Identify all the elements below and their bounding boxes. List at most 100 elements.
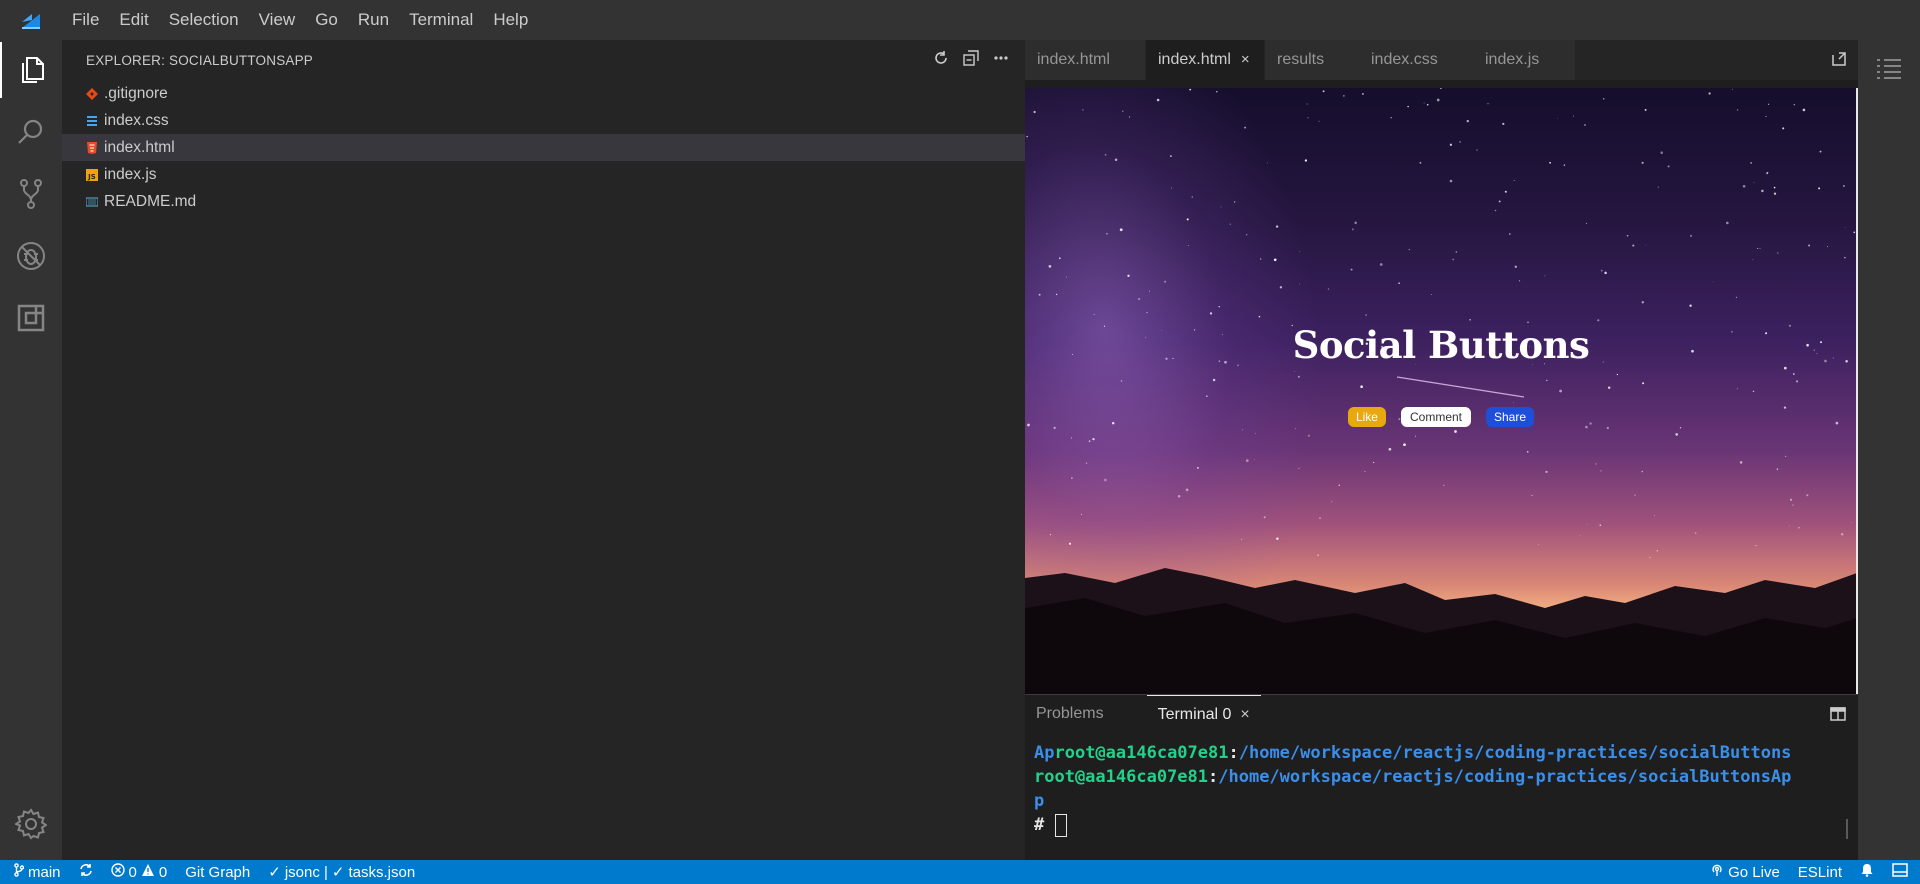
terminal-prompt-line: # <box>1034 813 1844 837</box>
tab-label: index.html <box>1037 51 1110 68</box>
tab-index-html-2[interactable]: index.html × <box>1145 40 1265 80</box>
more-actions-icon[interactable] <box>993 50 1009 70</box>
files-icon[interactable] <box>0 42 62 98</box>
extensions-icon[interactable] <box>0 290 62 346</box>
check-icon: ✓ <box>268 864 281 881</box>
git-file-icon <box>86 87 98 100</box>
source-control-icon[interactable] <box>0 166 62 222</box>
refresh-icon[interactable] <box>933 50 949 70</box>
menu-selection[interactable]: Selection <box>159 0 249 40</box>
right-activity-bar <box>1858 40 1920 860</box>
menu-file[interactable]: File <box>62 0 109 40</box>
heading-underline <box>1396 376 1525 398</box>
social-buttons: Like Comment Share <box>1025 407 1857 427</box>
warning-count: 0 <box>158 863 168 881</box>
web-preview: Social Buttons Like Comment Share <box>1025 88 1857 694</box>
panel-toggle-button[interactable] <box>1883 860 1920 884</box>
eslint-status[interactable]: ESLint <box>1789 860 1851 884</box>
explorer-header: EXPLORER: SOCIALBUTTONSAPP <box>62 40 1025 80</box>
bottom-panel: Problems Terminal 0 × Aproot@aa146ca07e81… <box>1025 694 1858 860</box>
go-live-button[interactable]: Go Live <box>1701 860 1789 884</box>
search-icon[interactable] <box>0 104 62 160</box>
tab-index-js[interactable]: index.js <box>1473 40 1575 80</box>
js-file-icon: JS <box>86 168 98 181</box>
file-index-html[interactable]: index.html <box>62 134 1025 161</box>
tasks-label: tasks.json <box>348 863 416 881</box>
sync-status[interactable] <box>70 860 102 884</box>
svg-text:JS: JS <box>87 173 96 181</box>
tab-label: Problems <box>1036 705 1104 722</box>
file-name: .gitignore <box>104 84 168 102</box>
terminal-scrollbar[interactable] <box>1846 819 1848 839</box>
collapse-all-icon[interactable] <box>963 50 979 70</box>
bell-icon <box>1860 863 1874 881</box>
go-live-label: Go Live <box>1728 863 1780 881</box>
terminal-cursor <box>1054 813 1067 837</box>
eslint-label: ESLint <box>1797 863 1842 881</box>
terminal-line-3: p <box>1034 791 1045 811</box>
editor-tabs: index.html index.html × results index.css… <box>1025 40 1858 80</box>
file-name: README.md <box>104 192 197 210</box>
error-icon <box>110 863 125 881</box>
tab-label: Terminal 0 <box>1157 706 1232 723</box>
markdown-file-icon <box>86 196 98 208</box>
git-graph-status[interactable]: Git Graph <box>176 860 259 884</box>
file-readme[interactable]: README.md <box>62 188 1025 215</box>
menu-help[interactable]: Help <box>483 0 538 40</box>
file-name: index.html <box>104 138 175 156</box>
css-file-icon <box>86 115 98 127</box>
tab-results[interactable]: results <box>1265 40 1359 80</box>
status-bar: main 0 0 Git Graph ✓ jsonc | ✓ tasks.jso… <box>0 860 1920 884</box>
close-icon[interactable]: × <box>1241 51 1250 68</box>
broadcast-icon <box>1710 863 1724 881</box>
branch-status[interactable]: main <box>0 860 70 884</box>
branch-name: main <box>28 863 61 881</box>
layout-panel-icon <box>1892 863 1908 881</box>
problems-status[interactable]: 0 0 <box>102 860 177 884</box>
status-right: Go Live ESLint <box>1701 860 1920 884</box>
tab-terminal[interactable]: Terminal 0 × <box>1146 695 1261 733</box>
file-name: index.js <box>104 165 157 183</box>
warning-icon <box>141 863 155 881</box>
outline-list-icon[interactable] <box>1875 57 1903 85</box>
terminal-line-2: root@aa146ca07e81:/home/workspace/reactj… <box>1034 767 1792 787</box>
tab-label: index.css <box>1371 51 1438 68</box>
gear-icon[interactable] <box>0 796 62 852</box>
file-gitignore[interactable]: .gitignore <box>62 80 1025 107</box>
tabs-filler <box>1575 40 1858 80</box>
menu-edit[interactable]: Edit <box>109 0 158 40</box>
tab-index-html-1[interactable]: index.html <box>1025 40 1145 80</box>
error-count: 0 <box>128 863 137 881</box>
open-preview-icon[interactable] <box>1830 50 1848 72</box>
menu-run[interactable]: Run <box>348 0 399 40</box>
share-button[interactable]: Share <box>1486 407 1535 427</box>
explorer-sidebar: EXPLORER: SOCIALBUTTONSAPP .gitignore in… <box>62 40 1025 860</box>
activity-bar <box>0 40 62 860</box>
menu-go[interactable]: Go <box>305 0 348 40</box>
panel-tabs: Problems Terminal 0 × <box>1025 695 1858 733</box>
close-icon[interactable]: × <box>1240 706 1249 723</box>
toggle-panel-layout-icon[interactable] <box>1830 706 1846 726</box>
editor-strip <box>1025 80 1858 88</box>
debug-icon[interactable] <box>0 228 62 284</box>
tab-label: index.html <box>1158 51 1231 68</box>
check-icon: ✓ <box>331 864 345 881</box>
html-file-icon <box>86 141 98 154</box>
menu-view[interactable]: View <box>249 0 306 40</box>
app-logo-icon <box>0 0 62 40</box>
tab-label: results <box>1277 51 1325 68</box>
menu-terminal[interactable]: Terminal <box>399 0 483 40</box>
jsonc-label: jsonc | <box>284 863 328 881</box>
file-index-css[interactable]: index.css <box>62 107 1025 134</box>
notifications-button[interactable] <box>1851 860 1883 884</box>
like-button[interactable]: Like <box>1347 407 1386 427</box>
tab-index-css[interactable]: index.css <box>1359 40 1473 80</box>
branch-icon <box>14 863 25 881</box>
comment-button[interactable]: Comment <box>1400 407 1471 427</box>
terminal-output[interactable]: Aproot@aa146ca07e81:/home/workspace/reac… <box>1034 741 1844 837</box>
git-graph-label: Git Graph <box>185 863 251 881</box>
explorer-title: EXPLORER: SOCIALBUTTONSAPP <box>86 52 314 68</box>
language-status[interactable]: ✓ jsonc | ✓ tasks.json <box>259 860 424 884</box>
tab-problems[interactable]: Problems <box>1025 695 1115 733</box>
file-index-js[interactable]: JS index.js <box>62 161 1025 188</box>
